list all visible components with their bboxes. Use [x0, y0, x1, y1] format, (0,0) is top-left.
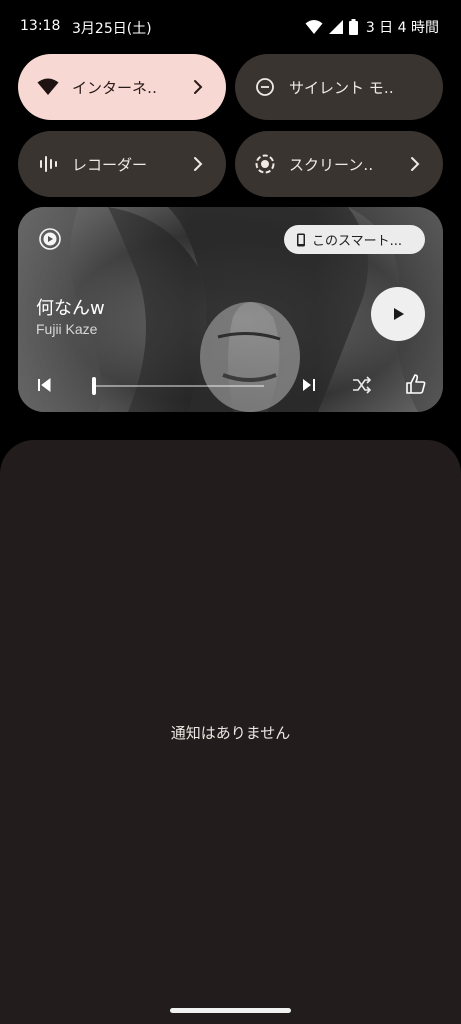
media-player-card[interactable]: このスマート... 何なんw Fujii Kaze [18, 207, 443, 412]
output-device-button[interactable]: このスマート... [284, 225, 425, 254]
tile-do-not-disturb[interactable]: サイレント モ‥ [235, 54, 443, 120]
thumbs-up-icon[interactable] [405, 373, 427, 395]
cell-signal-icon [328, 20, 343, 34]
recorder-icon [36, 152, 60, 176]
home-indicator[interactable] [170, 1008, 291, 1013]
track-artist: Fujii Kaze [36, 321, 98, 337]
battery-remaining: 3 日 4 時間 [365, 20, 439, 36]
wifi-icon [36, 75, 60, 99]
status-date: 3月25日(土) [72, 21, 152, 37]
no-notifications-text: 通知はありません [170, 724, 291, 742]
track-title: 何なんw [36, 298, 105, 319]
tile-recorder-label: レコーダー [72, 155, 148, 174]
skip-next-icon[interactable] [299, 375, 319, 395]
status-bar: 13:18 3月25日(土) 3 日 4 時間 [0, 0, 461, 52]
seek-bar[interactable] [92, 385, 264, 387]
screen-record-icon [253, 152, 277, 176]
play-icon [394, 308, 404, 320]
output-device-label: このスマート... [312, 234, 403, 249]
play-button[interactable] [371, 287, 425, 341]
wifi-icon [305, 20, 323, 34]
chevron-right-icon [194, 157, 203, 171]
status-icons: 3 日 4 時間 [305, 17, 439, 37]
tile-do-not-disturb-label: サイレント モ‥ [289, 78, 394, 97]
do-not-disturb-icon [253, 75, 277, 99]
notification-panel: 通知はありません [0, 440, 461, 1024]
phone-icon [297, 233, 305, 246]
skip-previous-icon[interactable] [34, 375, 54, 395]
seek-thumb[interactable] [91, 377, 96, 395]
media-app-icon [39, 228, 61, 250]
status-time: 13:18 [20, 18, 61, 34]
battery-icon [348, 19, 358, 35]
tile-screen-record[interactable]: スクリーン‥ [235, 131, 443, 197]
tile-internet[interactable]: インターネ‥ [18, 54, 226, 120]
tile-screen-record-label: スクリーン‥ [289, 155, 374, 174]
shuffle-icon[interactable] [351, 375, 373, 395]
chevron-right-icon [411, 157, 420, 171]
chevron-right-icon [194, 80, 203, 94]
tile-recorder[interactable]: レコーダー [18, 131, 226, 197]
tile-internet-label: インターネ‥ [72, 78, 158, 97]
